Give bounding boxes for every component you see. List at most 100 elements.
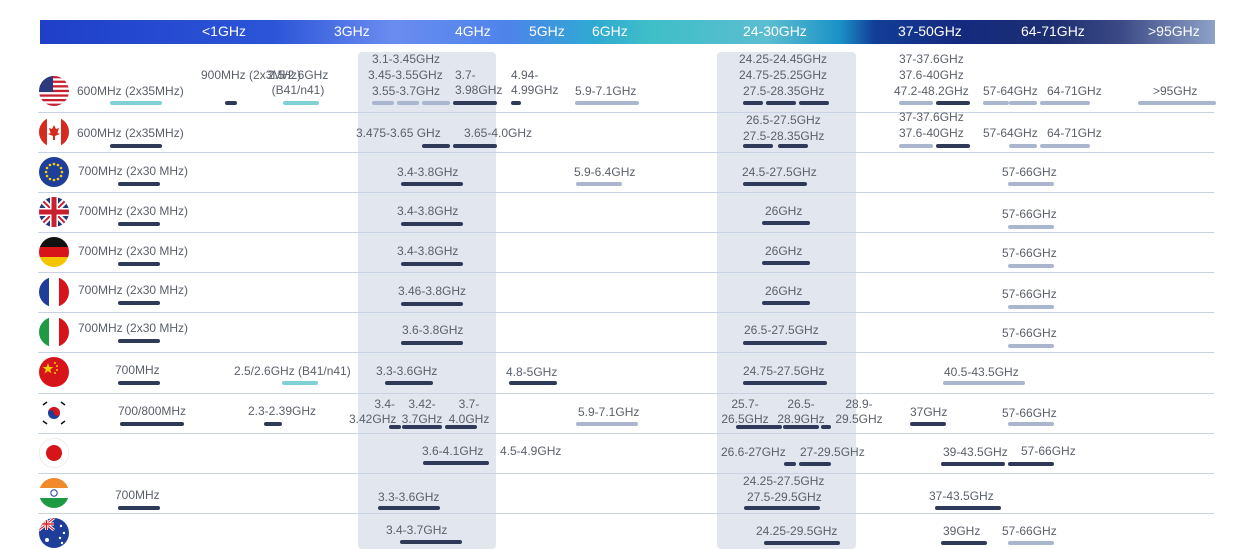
band-label: 3.4-3.7GHz xyxy=(386,523,448,537)
frequency-band-bar xyxy=(1008,541,1054,545)
frequency-band-bar xyxy=(118,506,160,510)
row-divider xyxy=(38,192,1214,193)
frequency-band-bar xyxy=(743,182,807,186)
band-label: 24.75-25.25GHz xyxy=(739,68,828,82)
band-label: 37-37.6GHz xyxy=(899,52,964,66)
frequency-band-bar xyxy=(983,101,1009,105)
band-label: 5.9-6.4GHz xyxy=(574,165,636,179)
frequency-band-bar xyxy=(282,381,318,385)
band-label: 37-37.6GHz xyxy=(899,110,964,124)
band-label: 37.6-40GHz xyxy=(899,68,964,82)
frequency-band-bar xyxy=(764,541,840,545)
frequency-band-bar xyxy=(778,144,808,148)
frequency-band-bar xyxy=(118,182,160,186)
frequency-band-bar xyxy=(744,506,820,510)
header-band-label: >95GHz xyxy=(1148,23,1200,39)
frequency-band-bar xyxy=(453,101,497,105)
frequency-band-bar xyxy=(1008,344,1054,348)
frequency-band-bar xyxy=(936,101,970,105)
frequency-band-bar xyxy=(899,101,933,105)
band-label: 57-66GHz xyxy=(1002,246,1057,260)
band-label: 57-64GHz xyxy=(983,84,1038,98)
band-label: 700MHz (2x30 MHz) xyxy=(78,321,189,335)
frequency-band-bar xyxy=(799,101,829,105)
frequency-band-bar xyxy=(401,302,463,306)
band-label: 27.5-28.35GHz xyxy=(743,129,825,143)
band-label: 57-66GHz xyxy=(1002,165,1057,179)
frequency-band-bar xyxy=(401,222,463,226)
frequency-band-bar xyxy=(120,422,184,426)
flag-australia-icon xyxy=(39,518,69,548)
band-label: 700MHz (2x30 MHz) xyxy=(78,244,189,258)
flag-uk-icon xyxy=(39,197,69,227)
band-label: 3.55-3.7GHz xyxy=(372,84,441,98)
band-label: 27-29.5GHz xyxy=(800,445,865,459)
frequency-band-bar xyxy=(743,144,773,148)
band-label: 3.6-4.1GHz xyxy=(422,444,484,458)
frequency-band-bar xyxy=(935,506,1001,510)
frequency-band-bar xyxy=(118,222,160,226)
frequency-band-bar xyxy=(378,506,440,510)
row-divider xyxy=(38,112,1214,113)
band-label: 57-66GHz xyxy=(1002,524,1057,538)
frequency-band-bar xyxy=(1009,144,1037,148)
band-label: 25.7-26.5GHz xyxy=(721,397,769,426)
row-divider xyxy=(38,152,1214,153)
band-label: 600MHz (2x35MHz) xyxy=(77,84,184,98)
flag-usa-icon xyxy=(39,76,69,106)
header-band-label: 5GHz xyxy=(529,23,565,39)
band-label: 37-43.5GHz xyxy=(929,489,994,503)
frequency-band-bar xyxy=(453,144,497,148)
frequency-band-bar xyxy=(1040,144,1090,148)
band-label: 37.6-40GHz xyxy=(899,126,964,140)
band-label: 3.4-3.42GHz xyxy=(349,397,397,426)
header-band-label: 24-30GHz xyxy=(743,23,807,39)
row-divider xyxy=(38,513,1214,514)
frequency-band-bar xyxy=(372,101,394,105)
band-label: 26.5-27.5GHz xyxy=(746,113,821,127)
frequency-band-bar xyxy=(799,462,831,466)
band-label: 4.8-5GHz xyxy=(506,365,558,379)
band-label: 3.46-3.8GHz xyxy=(398,284,467,298)
frequency-band-bar xyxy=(575,101,639,105)
band-label: 700/800MHz xyxy=(118,404,187,418)
band-label: 4.94-4.99GHz xyxy=(511,68,559,97)
flag-canada-icon xyxy=(39,117,69,147)
frequency-band-bar xyxy=(110,144,162,148)
frequency-band-bar xyxy=(385,381,433,385)
frequency-band-bar xyxy=(509,381,557,385)
band-label: 24.25-24.45GHz xyxy=(739,52,828,66)
band-label: 700MHz (2x30 MHz) xyxy=(78,283,189,297)
band-label: 24.25-27.5GHz xyxy=(743,474,825,488)
header-band-label: 64-71GHz xyxy=(1021,23,1085,39)
band-label: 600MHz (2x35MHz) xyxy=(77,126,184,140)
frequency-band-bar xyxy=(118,262,160,266)
band-label: 40.5-43.5GHz xyxy=(944,365,1019,379)
frequency-band-bar xyxy=(401,182,463,186)
row-divider xyxy=(38,232,1214,233)
flag-japan-icon xyxy=(39,438,69,468)
band-label: 26GHz xyxy=(765,204,803,218)
row-divider xyxy=(38,433,1214,434)
frequency-band-bar xyxy=(1008,305,1054,309)
band-label: 3.65-4.0GHz xyxy=(464,126,533,140)
band-label: 39-43.5GHz xyxy=(943,445,1008,459)
frequency-band-bar xyxy=(422,144,450,148)
band-label: 26.5-28.9GHz xyxy=(777,397,825,426)
frequency-band-bar xyxy=(821,425,831,429)
flag-china-icon xyxy=(39,357,69,387)
frequency-band-bar xyxy=(1008,422,1054,426)
flag-italy-icon xyxy=(39,317,69,347)
row-divider xyxy=(38,272,1214,273)
row-divider xyxy=(38,312,1214,313)
frequency-band-bar xyxy=(899,144,933,148)
frequency-band-bar xyxy=(936,144,970,148)
band-label: 2.3-2.39GHz xyxy=(248,404,317,418)
band-label: 2.5/2.6GHz (B41/n41) xyxy=(267,68,329,97)
frequency-band-bar xyxy=(576,182,622,186)
frequency-band-bar xyxy=(110,101,162,105)
band-label: 4.5-4.9GHz xyxy=(500,444,562,458)
band-label: 47.2-48.2GHz xyxy=(894,84,969,98)
band-label: >95GHz xyxy=(1153,84,1198,98)
flag-france-icon xyxy=(39,277,69,307)
